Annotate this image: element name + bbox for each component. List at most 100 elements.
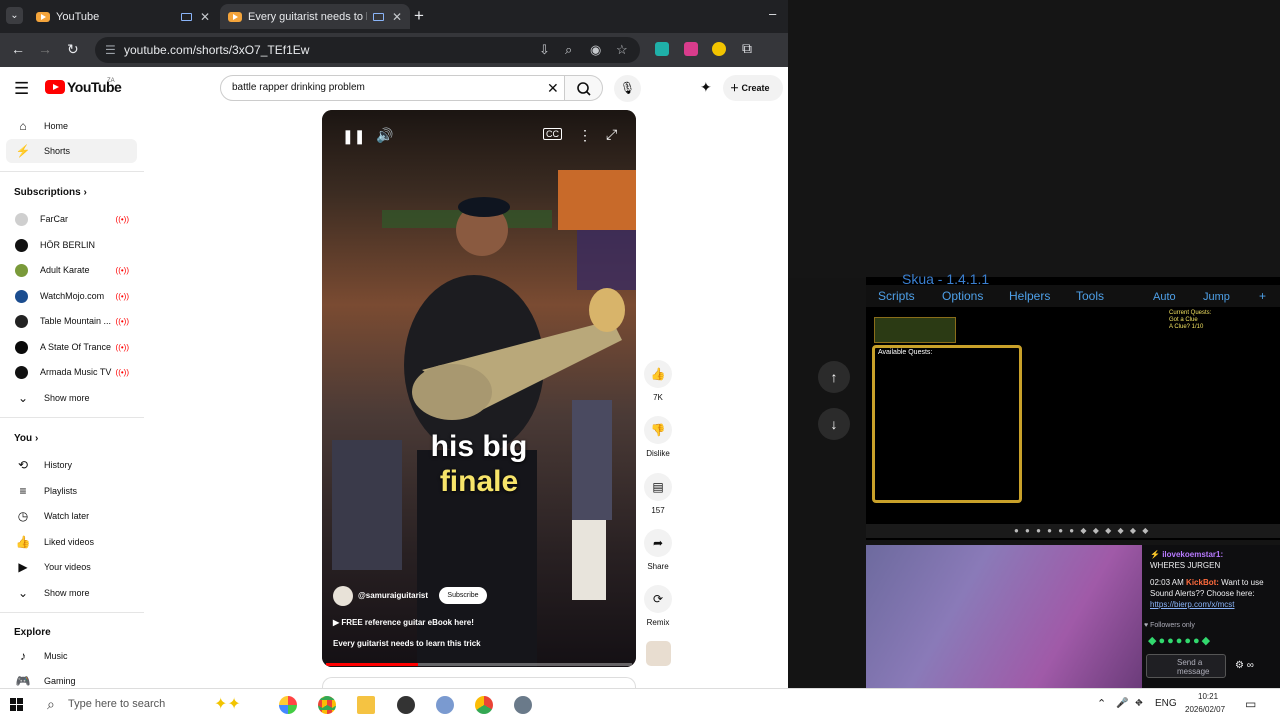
taskbar-search[interactable]: Type here to search [68, 698, 165, 710]
forward-icon[interactable]: → [38, 41, 52, 57]
channel-name[interactable]: @samuraiguitarist [358, 591, 428, 600]
emote-bar[interactable]: ◆●●●●●◆ [1148, 634, 1212, 647]
create-button[interactable]: ＋ Create [723, 75, 783, 101]
sidebar-item-home[interactable]: ⌂ Home [6, 114, 137, 138]
extension-2-icon[interactable] [684, 42, 698, 56]
chat-settings-icon[interactable]: ⚙ ∞ [1235, 660, 1254, 671]
menu-jump[interactable]: Jump [1203, 291, 1230, 303]
close-tab-icon[interactable]: ✕ [392, 10, 402, 24]
sidebar-item-playlists[interactable]: ≡ Playlists [6, 479, 137, 503]
sidebar-item-shorts[interactable]: ⚡ Shorts [6, 139, 137, 163]
tab-search-button[interactable]: ⌄ [6, 7, 23, 24]
sidebar-item-history[interactable]: ⟲ History [6, 453, 137, 477]
clock-time[interactable]: 10:21 [1198, 692, 1218, 701]
network-icon[interactable]: ⛖ [1135, 698, 1143, 709]
chrome-profile-icon[interactable] [475, 696, 493, 714]
menu-options[interactable]: Options [942, 289, 983, 303]
channel-avatar[interactable] [333, 586, 353, 606]
clock-date[interactable]: 2026/02/07 [1185, 705, 1225, 714]
extension-3-icon[interactable] [712, 42, 726, 56]
more-options-icon[interactable]: ⋮ [578, 127, 592, 144]
chat-input[interactable]: Send a message [1146, 654, 1226, 678]
zoom-icon[interactable]: ⌕ [565, 42, 572, 58]
sidebar-item-liked-videos[interactable]: 👍 Liked videos [6, 530, 137, 554]
subscription-watchmojo[interactable]: WatchMojo.com ((•)) [6, 284, 137, 308]
promo-link[interactable]: ▶ FREE reference guitar eBook here! [333, 618, 474, 627]
bookmark-star-icon[interactable]: ☆ [616, 42, 628, 58]
hamburger-menu-icon[interactable]: ☰ [14, 79, 29, 99]
menu-tools[interactable]: Tools [1076, 289, 1104, 303]
search-input[interactable]: battle rapper drinking problem ✕ [220, 75, 565, 101]
subscription-farcar[interactable]: FarCar ((•)) [6, 207, 137, 231]
subscription-a-state-of-trance[interactable]: A State Of Trance ((•)) [6, 335, 137, 359]
pause-icon[interactable]: ❚❚ [342, 128, 365, 145]
share-button[interactable]: ➦ Share [644, 529, 672, 571]
tab-short-video[interactable]: Every guitarist needs to lea ✕ [220, 4, 410, 29]
show-more-you[interactable]: ⌄ Show more [6, 581, 137, 605]
keyboard-language[interactable]: ENG [1155, 698, 1177, 709]
photos-app-icon[interactable] [279, 696, 297, 714]
chat-username[interactable]: KickBot: [1186, 578, 1219, 587]
fullscreen-icon[interactable]: ⤢ [606, 126, 617, 143]
closed-captions-icon[interactable]: CC [543, 128, 562, 140]
sound-thumbnail[interactable] [646, 641, 671, 666]
sidebar-item-your-videos[interactable]: ▶ Your videos [6, 555, 137, 579]
file-explorer-icon[interactable] [357, 696, 375, 714]
back-icon[interactable]: ← [11, 41, 25, 57]
menu-scripts[interactable]: Scripts [878, 289, 915, 303]
menu-auto[interactable]: Auto [1153, 291, 1176, 303]
notification-icon[interactable]: ▭ [1245, 697, 1256, 711]
like-button[interactable]: 👍 7K [644, 360, 672, 402]
subscription-adult-karate[interactable]: Adult Karate ((•)) [6, 258, 137, 282]
progress-bar[interactable] [326, 663, 632, 666]
subscription-hor-berlin[interactable]: HÖR BERLIN [6, 233, 137, 257]
minimize-button[interactable]: – [769, 6, 776, 21]
shorts-player[interactable]: ❚❚ 🔊 CC ⋮ ⤢ his big finale @samuraiguita… [322, 110, 636, 667]
notifications-sparkle-icon[interactable]: ✦ [700, 79, 712, 96]
close-tab-icon[interactable]: ✕ [200, 10, 210, 24]
tab-youtube[interactable]: YouTube ✕ [28, 4, 218, 29]
sidebar-item-watch-later[interactable]: ◷ Watch later [6, 504, 137, 528]
game-canvas[interactable]: Available Quests: Current Quests: Got a … [866, 307, 1280, 532]
steam-icon[interactable] [397, 696, 415, 714]
next-short-button[interactable]: ↓ [818, 408, 850, 440]
chat-link[interactable]: https://bierp.com/x/mcst [1150, 600, 1234, 609]
search-button[interactable] [565, 75, 603, 101]
new-tab-button[interactable]: + [414, 6, 424, 26]
snipping-tool-icon[interactable] [436, 696, 454, 714]
game-client-window[interactable]: Skua - 1.4.1.1 Scripts Options Helpers T… [866, 271, 1280, 540]
menu-helpers[interactable]: Helpers [1009, 289, 1050, 303]
subscription-armada-music[interactable]: Armada Music TV ((•)) [6, 360, 137, 384]
show-more-subscriptions[interactable]: ⌄ Show more [6, 386, 137, 410]
reload-icon[interactable]: ↻ [67, 41, 79, 58]
voice-search-button[interactable]: 🎙 [614, 75, 641, 102]
address-bar[interactable]: ☰ youtube.com/shorts/3xO7_TEf1Ew ⇩ ⌕ ◉ ☆ [95, 37, 640, 63]
site-info-icon[interactable]: ☰ [105, 43, 116, 57]
subscribe-button[interactable]: Subscribe [439, 587, 487, 604]
tray-chevron-up-icon[interactable]: ⌃ [1097, 697, 1106, 710]
sidebar-item-music[interactable]: ♪ Music [6, 644, 137, 668]
chrome-icon[interactable] [318, 696, 336, 714]
subscriptions-heading[interactable]: Subscriptions › [14, 187, 87, 198]
stream-video[interactable] [866, 545, 1142, 688]
install-app-icon[interactable]: ⇩ [539, 42, 550, 58]
app-icon[interactable] [514, 696, 532, 714]
you-heading[interactable]: You › [14, 433, 38, 444]
volume-icon[interactable]: 🔊 [376, 127, 393, 144]
clear-search-icon[interactable]: ✕ [547, 80, 559, 97]
sidebar-item-gaming[interactable]: 🎮 Gaming [6, 669, 137, 688]
sparkle-icon[interactable]: ✦✦ [214, 694, 241, 714]
game-hotbar[interactable]: ● ● ● ● ● ● ◆ ◆ ◆ ◆ ◆ ◆ [866, 524, 1280, 538]
comments-button[interactable]: ▤ 157 [644, 473, 672, 515]
previous-short-button[interactable]: ↑ [818, 361, 850, 393]
start-button[interactable] [10, 698, 24, 712]
extensions-puzzle-icon[interactable]: ⧉ [742, 40, 752, 57]
hide-eye-icon[interactable]: ◉ [590, 42, 601, 58]
remix-button[interactable]: ⟳ Remix [644, 585, 672, 627]
microphone-icon[interactable]: 🎤 [1116, 698, 1128, 709]
short-title[interactable]: Every guitarist needs to learn this tric… [333, 639, 481, 648]
menu-add[interactable]: + [1259, 289, 1266, 303]
dislike-button[interactable]: 👎 Dislike [644, 416, 672, 458]
chat-username[interactable]: ilovekoemstar1: [1162, 550, 1223, 559]
subscription-table-mountain[interactable]: Table Mountain ... ((•)) [6, 309, 137, 333]
